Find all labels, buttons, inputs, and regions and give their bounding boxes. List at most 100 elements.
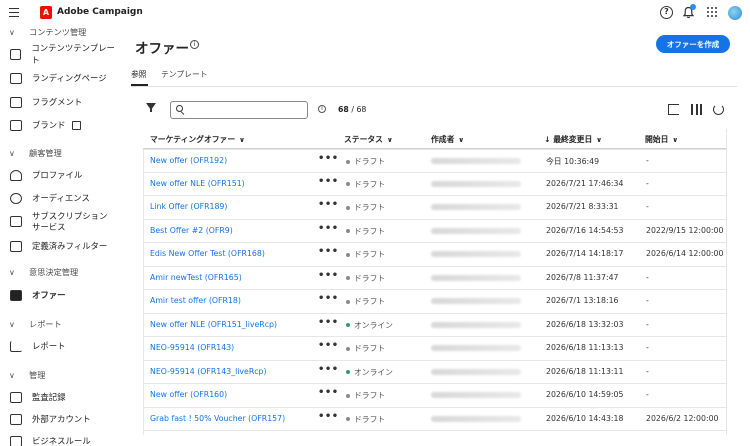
more-actions-icon[interactable]: ••• bbox=[318, 176, 339, 187]
top-bar: A Adobe Campaign ? bbox=[0, 0, 750, 26]
tab-browse[interactable]: 参照 bbox=[131, 69, 147, 80]
table-row[interactable]: Best Offer #2 (OFR9) ••• ドラフト 2026/7/16 14:… bbox=[143, 220, 727, 243]
offer-name-link[interactable]: New offer (OFR160) bbox=[150, 390, 227, 399]
create-offer-button[interactable]: オファーを作成 bbox=[656, 35, 730, 53]
table-row[interactable]: New offer NLE (OFR151) ••• ドラフト 2026/7/21 1… bbox=[143, 173, 727, 196]
fragment-icon bbox=[10, 96, 22, 108]
status-dot bbox=[346, 370, 350, 374]
offer-name-link[interactable]: New offer NLE (OFR151_liveRcp) bbox=[150, 320, 277, 329]
offer-name-link[interactable]: Edis New Offer Test (OFR168) bbox=[150, 249, 265, 258]
column-header-author[interactable]: 作成者 ∨ bbox=[431, 134, 464, 145]
sidebar-item-fragments[interactable]: フラグメント bbox=[6, 92, 118, 112]
chevron-down-icon: ∨ bbox=[458, 136, 465, 144]
start-date-cell: 2022/9/15 12:00:00 bbox=[646, 225, 724, 235]
section-content-management[interactable]: ∨ コンテンツ管理 bbox=[9, 26, 86, 38]
offer-name-link[interactable]: Amir test offer (OFR18) bbox=[150, 296, 241, 305]
start-date-cell: - bbox=[646, 390, 649, 399]
info-icon[interactable]: i bbox=[190, 40, 199, 49]
tab-templates[interactable]: テンプレート bbox=[161, 69, 208, 80]
column-header-offer[interactable]: マーケティングオファー ∨ bbox=[150, 134, 245, 145]
apps-grid-icon[interactable] bbox=[706, 6, 719, 19]
table-row[interactable]: NEO-95914 (OFR143_liveRcp) ••• オンライン 2026/6… bbox=[143, 361, 727, 384]
offer-name-link[interactable]: Link Offer (OFR189) bbox=[150, 202, 227, 211]
sidebar-item-business-rules[interactable]: ビジネスルール bbox=[6, 431, 118, 446]
sidebar-item-external-accounts[interactable]: 外部アカウント bbox=[6, 409, 118, 429]
columns-icon[interactable] bbox=[691, 104, 702, 115]
more-actions-icon[interactable]: ••• bbox=[318, 411, 339, 422]
column-header-start[interactable]: 開始日 ∨ bbox=[645, 134, 678, 145]
sort-descending-icon: ↓ bbox=[544, 135, 551, 144]
offer-name-link[interactable]: Best Offer #2 (OFR9) bbox=[150, 226, 233, 235]
table-row[interactable]: Edis New Offer Test (OFR168) ••• ドラフト 2026/… bbox=[143, 243, 727, 267]
more-actions-icon[interactable]: ••• bbox=[318, 199, 339, 210]
table-row[interactable]: New offer (OFR192) ••• ドラフト 今日 10:36:49 - bbox=[143, 149, 727, 173]
last-modified-cell: 2026/7/8 11:37:47 bbox=[546, 272, 619, 282]
last-modified-cell: 2026/6/18 13:32:03 bbox=[546, 319, 624, 329]
more-actions-icon[interactable]: ••• bbox=[318, 246, 339, 257]
column-header-status[interactable]: ステータス ∨ bbox=[344, 134, 393, 145]
sidebar-item-profiles[interactable]: プロファイル bbox=[6, 165, 118, 185]
status-badge: ドラフト bbox=[346, 226, 385, 237]
user-avatar[interactable] bbox=[728, 6, 742, 20]
sidebar-item-offers[interactable]: オファー bbox=[6, 285, 118, 305]
column-header-modified[interactable]: ↓ 最終変更日 ∨ bbox=[544, 134, 602, 145]
sidebar-item-audit-trail[interactable]: 監査記録 bbox=[6, 387, 118, 407]
offer-name-link[interactable]: Grab fast ! 50% Voucher (OFR157) bbox=[150, 414, 285, 423]
more-actions-icon[interactable]: ••• bbox=[318, 317, 339, 328]
section-decision-management[interactable]: ∨ 意思決定管理 bbox=[9, 266, 78, 278]
table-header: マーケティングオファー ∨ ステータス ∨ 作成者 ∨ ↓ 最終変更日 ∨ 開始日 ∨ bbox=[143, 129, 727, 149]
chevron-down-icon: ∨ bbox=[9, 319, 15, 329]
more-actions-icon[interactable]: ••• bbox=[318, 223, 339, 234]
table-row[interactable]: Amir newTest (OFR165) ••• ドラフト 2026/7/8 11:… bbox=[143, 267, 727, 290]
status-dot bbox=[346, 205, 350, 210]
more-actions-icon[interactable]: ••• bbox=[318, 270, 339, 281]
status-badge: ドラフト bbox=[346, 156, 385, 167]
refresh-icon[interactable] bbox=[713, 104, 724, 115]
start-date-cell: - bbox=[646, 156, 649, 165]
filter-icon bbox=[10, 240, 22, 252]
export-icon[interactable] bbox=[668, 104, 679, 115]
author-redacted bbox=[431, 158, 521, 164]
more-actions-icon[interactable]: ••• bbox=[318, 153, 339, 164]
section-customer-management[interactable]: ∨ 顧客管理 bbox=[9, 147, 62, 159]
help-icon[interactable]: ? bbox=[660, 6, 673, 19]
sidebar-item-landing-pages[interactable]: ランディングページ bbox=[6, 68, 118, 88]
offer-name-link[interactable]: New offer (OFR192) bbox=[150, 156, 227, 165]
table-row[interactable]: Grab fast ! 50% Voucher (OFR157) ••• ドラフト 2… bbox=[143, 408, 727, 431]
table-row[interactable]: Amir test offer (OFR18) ••• ドラフト 2026/7/1 1… bbox=[143, 290, 727, 314]
info-icon[interactable]: i bbox=[318, 105, 326, 113]
table-row[interactable]: NEO-95914 (OFR143) ••• ドラフト 2026/6/18 11:13… bbox=[143, 337, 727, 361]
notification-badge bbox=[690, 4, 696, 10]
section-administration[interactable]: ∨ 管理 bbox=[9, 369, 45, 381]
tab-bar: 参照 テンプレート bbox=[131, 63, 737, 87]
sidebar-item-audiences[interactable]: オーディエンス bbox=[6, 188, 118, 208]
more-actions-icon[interactable]: ••• bbox=[318, 364, 339, 375]
status-badge: オンライン bbox=[346, 320, 393, 331]
status-badge: ドラフト bbox=[346, 414, 385, 425]
audience-icon bbox=[10, 192, 22, 204]
last-modified-cell: 2026/6/10 14:59:05 bbox=[546, 390, 624, 399]
offer-name-link[interactable]: Amir newTest (OFR165) bbox=[150, 273, 242, 282]
sidebar-item-brands[interactable]: ブランド bbox=[6, 115, 118, 135]
sidebar-item-content-templates[interactable]: コンテンツテンプレート bbox=[6, 43, 118, 65]
start-date-cell: - bbox=[646, 202, 649, 211]
sidebar-item-predefined-filters[interactable]: 定義済みフィルター bbox=[6, 236, 118, 256]
sidebar-item-subscription-services[interactable]: サブスクリプションサービス bbox=[6, 211, 118, 235]
offer-name-link[interactable]: New offer NLE (OFR151) bbox=[150, 179, 245, 188]
search-input[interactable] bbox=[170, 101, 308, 119]
chevron-down-icon: ∨ bbox=[386, 136, 393, 144]
landing-page-icon bbox=[10, 72, 22, 84]
chevron-down-icon: ∨ bbox=[9, 148, 15, 158]
table-row[interactable]: Link Offer (OFR189) ••• ドラフト 2026/7/21 8:33… bbox=[143, 196, 727, 220]
sidebar-item-reports[interactable]: レポート bbox=[6, 336, 118, 356]
more-actions-icon[interactable]: ••• bbox=[318, 293, 339, 304]
table-row[interactable]: New offer (OFR160) ••• ドラフト 2026/6/10 14:59… bbox=[143, 384, 727, 408]
section-reports[interactable]: ∨ レポート bbox=[9, 318, 62, 330]
offer-icon bbox=[10, 289, 22, 301]
more-actions-icon[interactable]: ••• bbox=[318, 340, 339, 351]
offer-name-link[interactable]: NEO-95914 (OFR143) bbox=[150, 343, 234, 352]
menu-icon[interactable] bbox=[9, 8, 19, 17]
offer-name-link[interactable]: NEO-95914 (OFR143_liveRcp) bbox=[150, 367, 267, 376]
table-row[interactable]: New offer NLE (OFR151_liveRcp) ••• オンライン 20… bbox=[143, 314, 727, 337]
more-actions-icon[interactable]: ••• bbox=[318, 387, 339, 398]
